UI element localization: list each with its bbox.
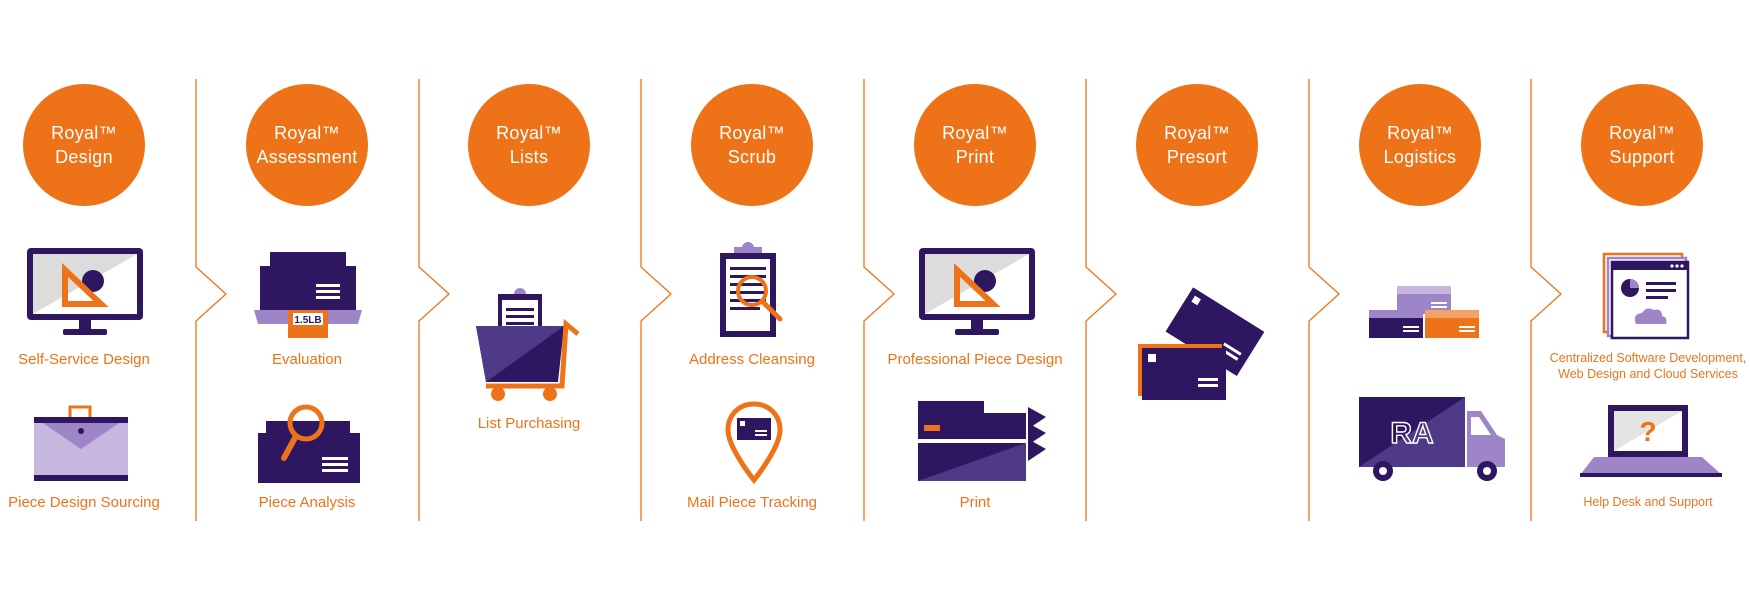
column-assessment: Royal™ Assessment 1.5LB Evaluation Piece… — [196, 0, 418, 600]
list-purchasing-label: List Purchasing — [477, 415, 581, 432]
print-label: Print — [959, 494, 991, 511]
envelope-portfolio-icon — [34, 405, 128, 481]
laptop-question-icon: ? — [1580, 405, 1722, 477]
shopping-cart-icon — [476, 288, 580, 401]
assessment-circle: Royal™ Assessment — [246, 84, 368, 206]
scrub-circle-title: Royal™ Scrub — [719, 123, 785, 167]
piece-design-sourcing-label: Piece Design Sourcing — [8, 494, 160, 511]
print-circle: Royal™ Print — [914, 84, 1036, 206]
svg-text:?: ? — [1639, 416, 1656, 447]
support-circle-title: Royal™ Support — [1609, 123, 1675, 167]
services-process-diagram: Royal™ Design Self-Service Design Piece … — [0, 0, 1750, 600]
column-presort: Royal™ Presort — [1086, 0, 1308, 600]
box-magnifier-icon — [258, 404, 360, 483]
column-design: Royal™ Design Self-Service Design Piece … — [0, 0, 195, 600]
printer-icon — [918, 401, 1046, 481]
scale-weighing-icon: 1.5LB — [254, 252, 362, 338]
monitor-design-icon — [27, 248, 143, 335]
weight-tag-text: 1.5LB — [294, 315, 321, 326]
address-cleansing-label: Address Cleansing — [689, 351, 815, 368]
scrub-circle: Royal™ Scrub — [691, 84, 813, 206]
professional-piece-design-label: Professional Piece Design — [887, 351, 1063, 368]
column-print: Royal™ Print Professional Piece Design P… — [864, 0, 1086, 600]
self-service-design-label: Self-Service Design — [18, 351, 150, 368]
column-lists: Royal™ Lists List Purchasing — [418, 0, 640, 600]
column-support: Royal™ Support Centralized Software Deve… — [1531, 0, 1750, 600]
design-circle: Royal™ Design — [23, 84, 145, 206]
presort-circle: Royal™ Presort — [1136, 84, 1258, 206]
packages-stack-icon — [1369, 286, 1479, 338]
support-circle: Royal™ Support — [1581, 84, 1703, 206]
browser-windows-cloud-icon — [1602, 252, 1690, 340]
delivery-truck-icon: RA — [1359, 397, 1505, 481]
help-desk-support-label: Help Desk and Support — [1583, 495, 1713, 509]
lists-circle: Royal™ Lists — [468, 84, 590, 206]
lists-circle-title: Royal™ Lists — [496, 123, 562, 167]
evaluation-label: Evaluation — [271, 351, 343, 368]
location-pin-mail-icon — [725, 401, 783, 484]
piece-analysis-label: Piece Analysis — [258, 494, 356, 511]
print-circle-title: Royal™ Print — [942, 123, 1008, 167]
svg-text:RA: RA — [1390, 417, 1433, 450]
monitor-design-icon — [919, 248, 1035, 335]
design-circle-title: Royal™ Design — [51, 123, 117, 167]
clipboard-magnifier-icon — [720, 242, 783, 337]
assessment-circle-title: Royal™ Assessment — [256, 123, 358, 167]
logistics-circle-title: Royal™ Logistics — [1383, 123, 1457, 167]
column-logistics: Royal™ Logistics RA — [1309, 0, 1531, 600]
envelopes-stack-icon — [1138, 287, 1265, 400]
software-cloud-services-label: Centralized Software Development, Web De… — [1549, 351, 1747, 381]
presort-circle-title: Royal™ Presort — [1164, 123, 1230, 167]
mail-piece-tracking-label: Mail Piece Tracking — [686, 494, 818, 511]
logistics-circle: Royal™ Logistics — [1359, 84, 1481, 206]
column-scrub: Royal™ Scrub Address Cleansing Mail Piec… — [641, 0, 863, 600]
